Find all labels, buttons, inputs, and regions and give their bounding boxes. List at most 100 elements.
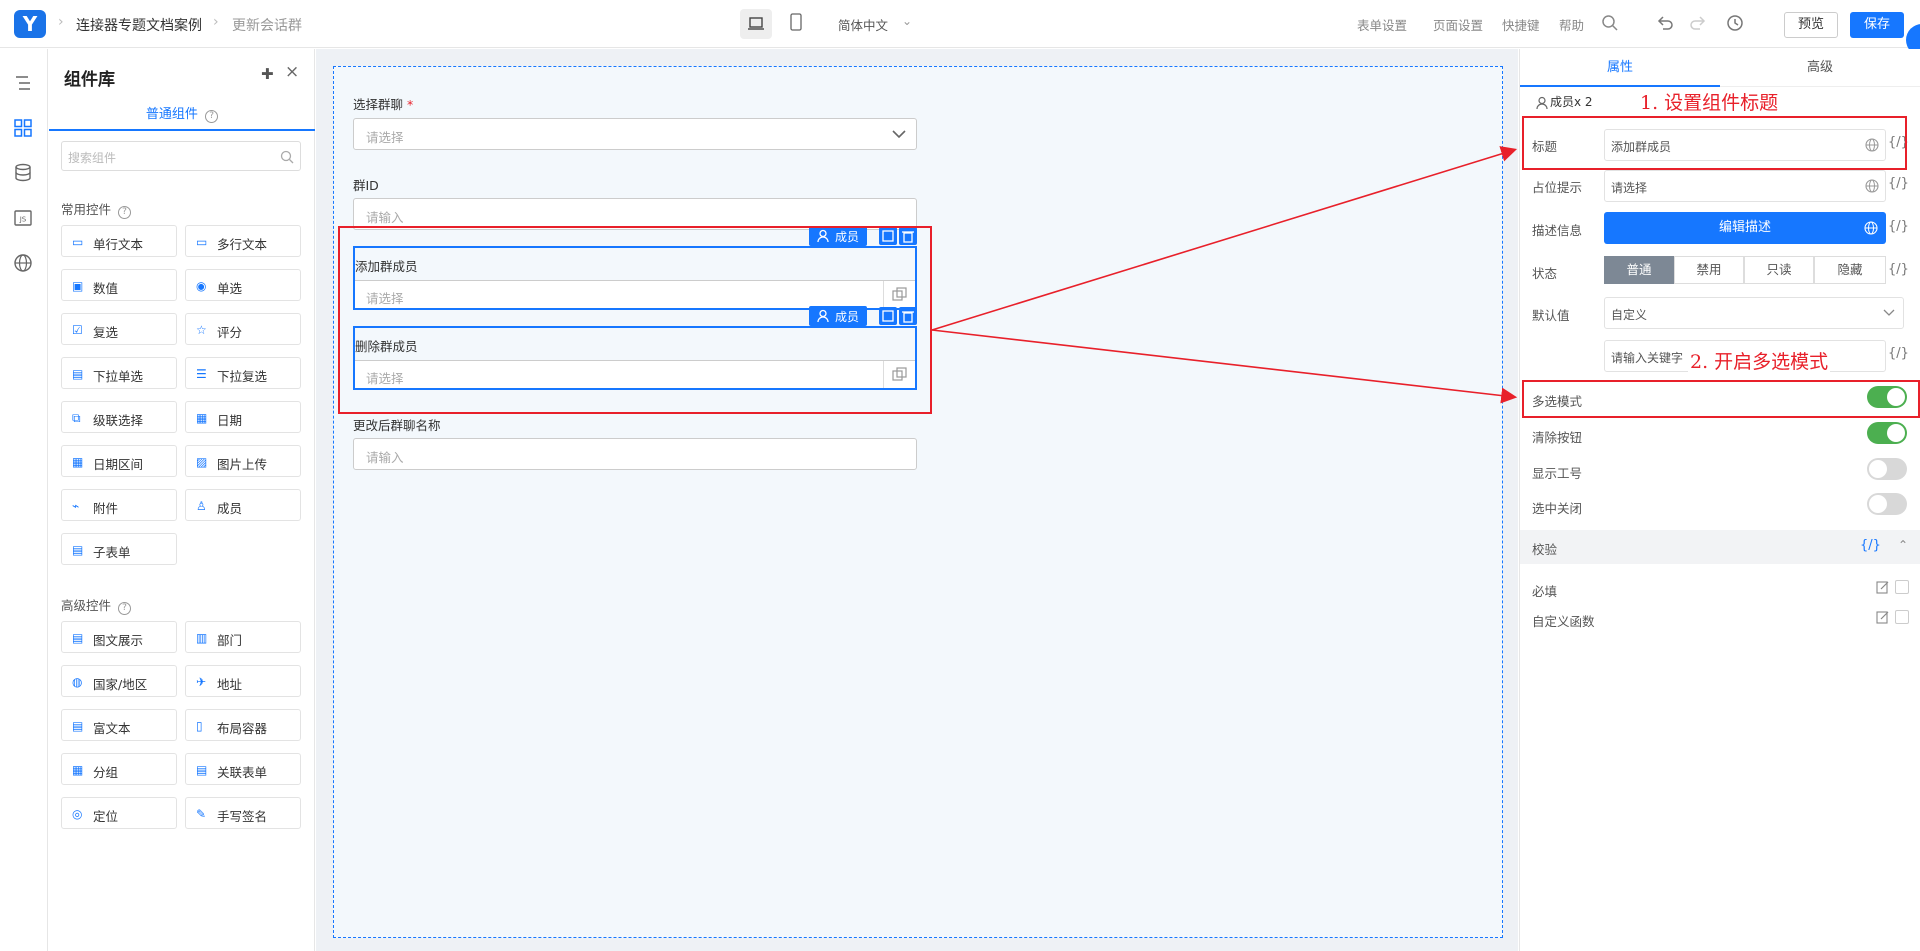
number-icon: ▣ (72, 279, 84, 293)
select-chat-field[interactable]: 请选择 (353, 118, 917, 150)
component-item[interactable]: ◎ 定位 (61, 797, 177, 829)
preview-button[interactable]: 预览 (1784, 12, 1838, 38)
globe-icon: ◍ (72, 675, 83, 689)
shortcuts-link[interactable]: 快捷键 (1502, 15, 1540, 34)
checkbox-icon: ☑ (72, 323, 83, 337)
state-disabled-option[interactable]: 禁用 (1674, 256, 1744, 284)
advanced-section-title: 高级控件 ? (61, 595, 131, 615)
component-item[interactable]: ▨ 图片上传 (185, 445, 301, 477)
globe-icon (1865, 179, 1879, 193)
pin-icon[interactable]: ✚ (261, 65, 274, 83)
component-item[interactable]: ▦ 分组 (61, 753, 177, 785)
search-icon[interactable] (1601, 14, 1621, 34)
default-value-select[interactable]: 自定义 (1604, 297, 1904, 329)
required-checkbox[interactable] (1895, 580, 1909, 594)
close-icon[interactable]: × (285, 62, 299, 82)
placeholder-input[interactable]: 请选择 (1604, 170, 1886, 202)
rich-text-icon: ▤ (72, 719, 84, 733)
edit-description-button[interactable]: 编辑描述 (1604, 212, 1886, 244)
component-item[interactable]: ▤ 图文展示 (61, 621, 177, 653)
component-item[interactable]: ⧉ 级联选择 (61, 401, 177, 433)
field-label-group-id: 群ID (353, 178, 379, 193)
single-line-text-icon: ▭ (72, 235, 84, 249)
database-icon[interactable] (13, 163, 35, 185)
component-item-label: 部门 (217, 633, 243, 648)
state-readonly-option[interactable]: 只读 (1744, 256, 1814, 284)
expression-icon[interactable]: {/} (1888, 346, 1909, 361)
history-icon[interactable] (1726, 14, 1746, 34)
close-on-select-toggle[interactable] (1867, 493, 1907, 515)
app-logo[interactable]: Y (14, 10, 46, 38)
laptop-view-button[interactable] (740, 9, 772, 39)
validation-section-header[interactable]: 校验 {/} ⌃ (1520, 530, 1920, 564)
component-item[interactable]: ▦ 日期 (185, 401, 301, 433)
edit-icon[interactable] (1876, 610, 1890, 624)
state-hidden-option[interactable]: 隐藏 (1814, 256, 1886, 284)
mobile-view-button[interactable] (790, 13, 806, 33)
tab-properties[interactable]: 属性 (1520, 49, 1720, 87)
component-item[interactable]: ▤ 子表单 (61, 533, 177, 565)
state-label: 状态 (1532, 266, 1558, 281)
component-item-label: 附件 (93, 501, 119, 516)
component-item-label: 复选 (93, 325, 119, 340)
member-icon (1536, 96, 1548, 109)
component-item[interactable]: ▣ 数值 (61, 269, 177, 301)
outline-tree-icon[interactable] (13, 73, 35, 95)
expression-icon[interactable]: {/} (1888, 219, 1909, 234)
tab-common-components[interactable]: 普通组件 ? (49, 103, 315, 131)
breadcrumb-app[interactable]: 连接器专题文档案例 (76, 15, 202, 35)
paperclip-icon: ⌁ (72, 499, 80, 513)
js-icon[interactable]: JS (13, 208, 35, 230)
edit-icon[interactable] (1876, 580, 1890, 594)
component-item[interactable]: ▭ 单行文本 (61, 225, 177, 257)
component-item-label: 定位 (93, 809, 119, 824)
component-item[interactable]: ▦ 日期区间 (61, 445, 177, 477)
component-item[interactable]: ▤ 下拉单选 (61, 357, 177, 389)
component-item[interactable]: ▤ 关联表单 (185, 753, 301, 785)
show-job-number-toggle[interactable] (1867, 458, 1907, 480)
component-item[interactable]: ⌁ 附件 (61, 489, 177, 521)
new-chat-name-field[interactable]: 请输入 (353, 438, 917, 470)
component-item[interactable]: ▯ 布局容器 (185, 709, 301, 741)
svg-text:JS: JS (19, 216, 27, 224)
undo-icon[interactable] (1656, 14, 1676, 34)
form-canvas (333, 66, 1503, 938)
components-grid-icon[interactable] (13, 118, 35, 140)
chevron-right-icon: › (58, 14, 64, 30)
tab-advanced[interactable]: 高级 (1720, 49, 1920, 87)
save-button[interactable]: 保存 (1850, 12, 1904, 38)
page-settings-link[interactable]: 页面设置 (1433, 15, 1483, 34)
close-on-select-label: 选中关闭 (1532, 501, 1583, 516)
component-item[interactable]: ▤ 富文本 (61, 709, 177, 741)
department-icon: ▥ (196, 631, 208, 645)
form-settings-link[interactable]: 表单设置 (1357, 15, 1407, 34)
component-item[interactable]: ◍ 国家/地区 (61, 665, 177, 697)
field-label-new-chat-name: 更改后群聊名称 (353, 418, 441, 433)
expression-icon[interactable]: {/} (1888, 176, 1909, 191)
component-item[interactable]: ▭ 多行文本 (185, 225, 301, 257)
component-item[interactable]: ☑ 复选 (61, 313, 177, 345)
redo-icon[interactable] (1689, 14, 1709, 34)
component-item[interactable]: ✎ 手写签名 (185, 797, 301, 829)
language-select[interactable]: 简体中文 (838, 15, 888, 34)
clear-button-toggle[interactable] (1867, 422, 1907, 444)
expression-icon[interactable]: {/} (1860, 538, 1881, 553)
state-normal-option[interactable]: 普通 (1604, 256, 1674, 284)
expression-icon[interactable]: {/} (1888, 262, 1909, 277)
subform-icon: ▤ (72, 543, 84, 557)
component-item[interactable]: ▥ 部门 (185, 621, 301, 653)
component-item-label: 成员 (217, 501, 243, 516)
component-item[interactable]: ◉ 单选 (185, 269, 301, 301)
component-item[interactable]: ☆ 评分 (185, 313, 301, 345)
component-search-input[interactable]: 搜索组件 (61, 141, 301, 171)
dropdown-icon: ▤ (72, 367, 84, 381)
help-link[interactable]: 帮助 (1559, 15, 1584, 34)
custom-function-checkbox[interactable] (1895, 610, 1909, 624)
component-item[interactable]: ✈ 地址 (185, 665, 301, 697)
chevron-up-icon[interactable]: ⌃ (1898, 538, 1908, 552)
chevron-down-icon: ⌄ (902, 14, 913, 28)
component-item[interactable]: ☰ 下拉复选 (185, 357, 301, 389)
globe-icon[interactable] (13, 253, 35, 275)
component-item[interactable]: ♙ 成员 (185, 489, 301, 521)
mobile-icon (790, 13, 802, 31)
